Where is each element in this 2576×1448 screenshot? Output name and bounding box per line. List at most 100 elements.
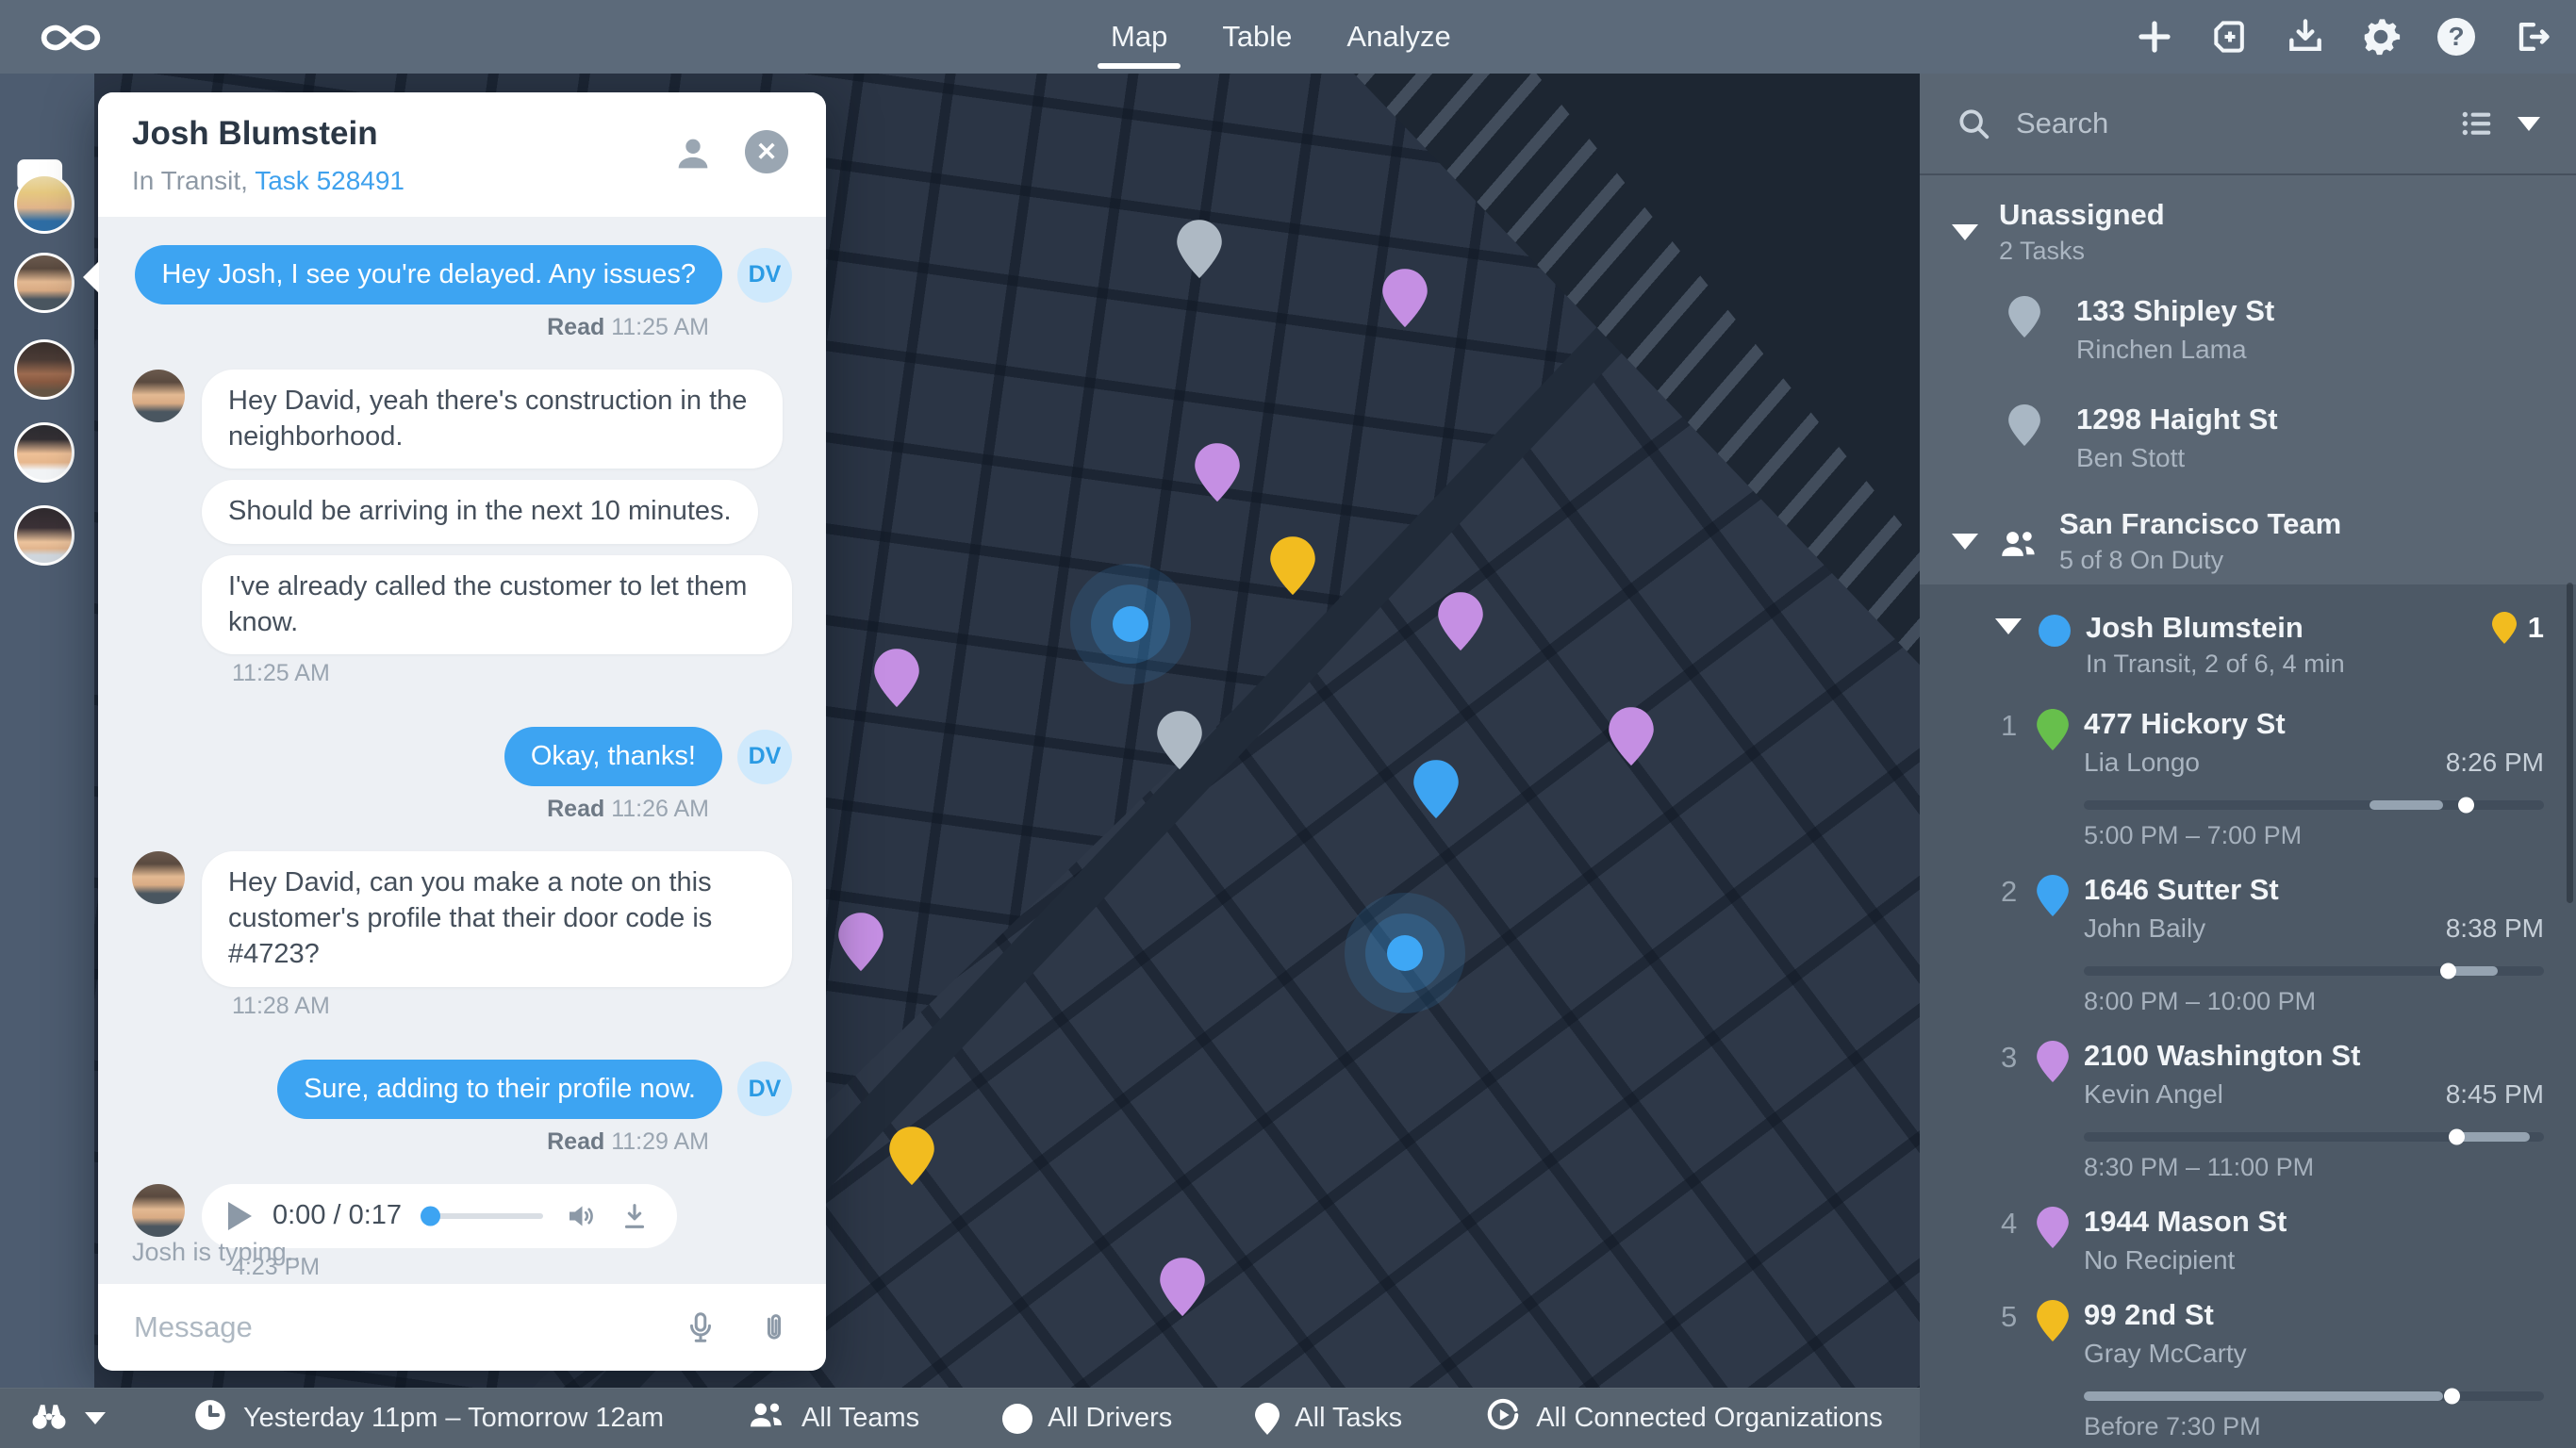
sender-avatar <box>132 370 185 422</box>
message-input[interactable] <box>132 1309 645 1345</box>
export-icon[interactable] <box>2284 15 2327 58</box>
dv-avatar-badge: DV <box>737 730 792 784</box>
message-outgoing: Okay, thanks! DV <box>132 727 792 786</box>
audio-seekbar[interactable] <box>422 1213 543 1219</box>
volume-icon[interactable] <box>564 1199 598 1233</box>
task-row-1[interactable]: 1 477 Hickory St Lia Longo 8:26 PM 5:00 … <box>1920 692 2576 858</box>
task-row-4[interactable]: 4 1944 Mason St No Recipient <box>1920 1190 2576 1283</box>
logout-icon[interactable] <box>2510 15 2553 58</box>
map-task-pin-icon[interactable] <box>1438 592 1483 655</box>
binoculars-icon <box>28 1398 70 1440</box>
close-icon[interactable]: ✕ <box>745 130 788 173</box>
download-icon[interactable] <box>619 1200 651 1232</box>
chat-avatar-5[interactable] <box>14 505 74 566</box>
driver-row-josh[interactable]: Josh Blumstein In Transit, 2 of 6, 4 min… <box>1920 600 2576 692</box>
map-task-pin-icon[interactable] <box>874 649 919 712</box>
chat-header: Josh Blumstein In Transit, Task 528491 ✕ <box>98 92 826 217</box>
drivers-filter[interactable]: All Drivers <box>1002 1403 1172 1434</box>
help-icon[interactable]: ? <box>2435 15 2478 58</box>
collapse-caret-icon[interactable] <box>1952 534 1978 550</box>
map-task-pin-icon[interactable] <box>1609 707 1654 770</box>
timestamp: 11:28 AM <box>132 993 792 1020</box>
map-task-pin-icon[interactable] <box>1160 1258 1205 1321</box>
section-unassigned[interactable]: Unassigned 2 Tasks <box>1920 175 2576 275</box>
time-range-filter[interactable]: Yesterday 11pm – Tomorrow 12am <box>192 1397 664 1440</box>
message-incoming: Hey David, can you make a note on this c… <box>132 851 792 986</box>
play-icon[interactable] <box>228 1202 252 1230</box>
task-pin-icon <box>2037 1207 2069 1248</box>
tab-map[interactable]: Map <box>1111 0 1167 74</box>
driver-task-badge: 1 <box>2473 611 2544 645</box>
top-bar: Map Table Analyze ? <box>0 0 2576 74</box>
map-task-pin-icon[interactable] <box>1270 536 1315 600</box>
map-task-pin-icon[interactable] <box>1195 443 1240 506</box>
tasks-filter[interactable]: All Tasks <box>1255 1403 1402 1435</box>
chat-avatar-1[interactable] <box>14 173 74 234</box>
task-link[interactable]: Task 528491 <box>255 166 405 195</box>
sort-chevron-down-icon[interactable] <box>2518 117 2540 131</box>
collapse-caret-icon[interactable] <box>1952 224 1978 240</box>
section-team[interactable]: San Francisco Team 5 of 8 On Duty <box>1920 492 2576 584</box>
unassigned-task-row[interactable]: 133 Shipley St Rinchen Lama <box>1920 275 2576 384</box>
map-driver-dot[interactable] <box>1345 893 1465 1013</box>
task-timeline <box>2084 1132 2544 1142</box>
lookout-filter[interactable] <box>28 1398 106 1440</box>
task-row-3[interactable]: 3 2100 Washington St Kevin Angel 8:45 PM… <box>1920 1024 2576 1190</box>
search-icon <box>1956 106 1991 141</box>
timestamp: 11:25 AM <box>132 660 792 687</box>
sidebar-scrollbar[interactable] <box>2567 583 2573 903</box>
task-row-2[interactable]: 2 1646 Sutter St John Baily 8:38 PM 8:00… <box>1920 858 2576 1024</box>
map-task-pin-icon[interactable] <box>1413 760 1459 823</box>
map-task-pin-icon[interactable] <box>1177 220 1222 283</box>
audio-time: 0:00 / 0:17 <box>272 1200 402 1231</box>
task-pin-icon <box>1255 1403 1280 1435</box>
tab-table[interactable]: Table <box>1222 0 1292 74</box>
add-icon[interactable] <box>2133 15 2176 58</box>
dv-avatar-badge: DV <box>737 1061 792 1116</box>
map-task-pin-icon[interactable] <box>838 913 883 976</box>
search-input[interactable] <box>2014 106 2436 141</box>
sender-avatar <box>132 1184 185 1237</box>
list-view-icon[interactable] <box>2459 106 2495 141</box>
top-actions: ? <box>2133 0 2553 74</box>
chat-panel: Josh Blumstein In Transit, Task 528491 ✕… <box>98 92 826 1371</box>
team-people-icon <box>1999 527 2039 561</box>
import-icon[interactable] <box>2208 15 2252 58</box>
read-receipt: Read 11:25 AM <box>132 314 792 341</box>
app-root: Map Table Analyze ? <box>0 0 2576 1448</box>
chat-avatar-3[interactable] <box>14 339 74 400</box>
task-pin-icon <box>2037 1300 2069 1341</box>
teams-filter[interactable]: All Teams <box>747 1399 919 1439</box>
map-task-pin-icon[interactable] <box>889 1127 934 1190</box>
attachment-icon[interactable] <box>756 1309 792 1345</box>
dv-avatar-badge: DV <box>737 248 792 303</box>
message-outgoing: Sure, adding to their profile now. DV <box>132 1060 792 1119</box>
task-row-5[interactable]: 5 99 2nd St Gray McCarty Before 7:30 PM <box>1920 1283 2576 1448</box>
tab-analyze[interactable]: Analyze <box>1346 0 1450 74</box>
onfleet-logo-icon[interactable] <box>38 18 104 62</box>
task-timeline <box>2084 1391 2544 1401</box>
message-composer <box>98 1284 826 1371</box>
person-icon[interactable] <box>671 132 715 180</box>
panel-pointer <box>83 261 99 293</box>
map-task-pin-icon[interactable] <box>1382 269 1428 332</box>
settings-gear-icon[interactable] <box>2359 15 2403 58</box>
map-task-pin-icon[interactable] <box>1157 711 1202 774</box>
read-receipt: Read 11:29 AM <box>132 1128 792 1156</box>
chat-avatar-2-josh[interactable] <box>14 253 74 313</box>
read-receipt: Read 11:26 AM <box>132 796 792 823</box>
view-tabs: Map Table Analyze <box>1111 0 1451 74</box>
driver-dot <box>2039 615 2071 647</box>
microphone-icon[interactable] <box>683 1309 718 1345</box>
chat-avatar-4[interactable] <box>14 422 74 483</box>
typing-indicator: Josh is typing... <box>132 1238 307 1267</box>
badge-pin-icon <box>2492 612 2517 644</box>
organizations-filter[interactable]: All Connected Organizations <box>1485 1397 1883 1440</box>
message-incoming: Hey David, yeah there's construction in … <box>132 370 792 654</box>
map-driver-dot[interactable] <box>1070 564 1191 684</box>
chat-messages: Hey Josh, I see you're delayed. Any issu… <box>98 217 826 1284</box>
sender-avatar <box>132 851 185 904</box>
collapse-caret-icon[interactable] <box>1995 618 2022 634</box>
filter-bar: Yesterday 11pm – Tomorrow 12am All Teams… <box>0 1388 1920 1448</box>
unassigned-task-row[interactable]: 1298 Haight St Ben Stott <box>1920 384 2576 492</box>
